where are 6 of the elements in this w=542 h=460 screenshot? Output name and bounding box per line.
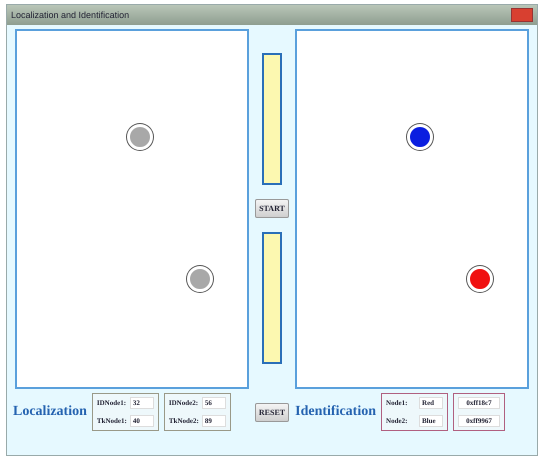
reset-button[interactable]: RESET bbox=[254, 402, 290, 422]
window-title: Localization and Identification bbox=[11, 10, 130, 20]
close-button[interactable] bbox=[511, 8, 533, 22]
start-button[interactable]: START bbox=[255, 199, 289, 218]
section-heading: Localization bbox=[13, 404, 87, 420]
section-heading: Identification bbox=[295, 404, 376, 420]
